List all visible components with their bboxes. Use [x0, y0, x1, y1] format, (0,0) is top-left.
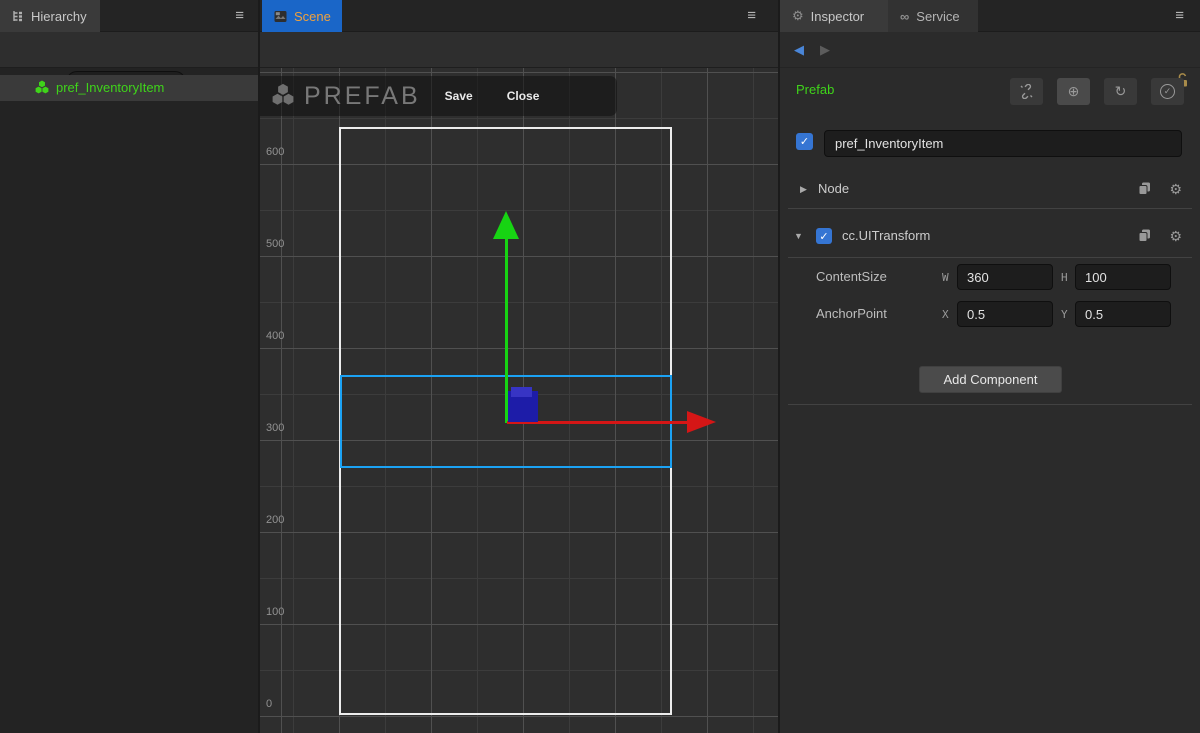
uitransform-enabled-checkbox[interactable]: ✓	[816, 228, 832, 244]
ruler-label: 0	[266, 698, 296, 710]
prefab-cube-icon	[34, 80, 50, 96]
node-section-label: Node	[818, 174, 849, 204]
tab-scene[interactable]: Scene	[262, 0, 342, 32]
gizmo-center-handle-highlight	[511, 387, 532, 397]
service-tab-label: Service	[916, 9, 959, 24]
section-divider	[788, 208, 1192, 209]
hierarchy-tabbar: Hierarchy ≡	[0, 0, 258, 32]
inspector-navrow: ◀ ▶	[780, 32, 1200, 68]
prefab-close-button[interactable]: Close	[507, 89, 540, 103]
scene-panel: Scene ≡ ☀ Default De...	[260, 0, 778, 733]
uitransform-section-header[interactable]: ▼ ✓ cc.UITransform ⚙	[780, 221, 1200, 251]
prefab-save-button[interactable]: Save	[445, 89, 473, 103]
scene-menu-icon[interactable]: ≡	[747, 0, 756, 32]
uitransform-section-label: cc.UITransform	[842, 221, 930, 251]
node-section-header[interactable]: ▶ Node ⚙	[780, 174, 1200, 204]
tab-hierarchy[interactable]: Hierarchy	[0, 0, 100, 32]
contentsize-h-input[interactable]	[1075, 264, 1171, 290]
tab-inspector[interactable]: ⚙ Inspector	[780, 0, 888, 32]
add-component-button[interactable]: Add Component	[919, 366, 1062, 393]
prefab-asset-label: Prefab	[796, 82, 834, 97]
cocos-editor-window: Hierarchy ≡ + ▾ pref_InventoryIte	[0, 0, 1200, 733]
service-link-icon: ∞	[900, 9, 909, 24]
inspector-panel: ⚙ Inspector ∞ Service ≡ ◀ ▶ Prefab ⊕ ↻ ✓…	[780, 0, 1200, 733]
locate-prefab-button[interactable]: ⊕	[1057, 78, 1090, 105]
unlink-prefab-button[interactable]	[1010, 78, 1043, 105]
history-back-button[interactable]: ◀	[794, 32, 804, 68]
section-divider	[788, 257, 1192, 258]
ruler-label: 300	[266, 422, 296, 434]
uitransform-copy-icon[interactable]	[1137, 228, 1152, 243]
anchorpoint-y-input[interactable]	[1075, 301, 1171, 327]
anchorpoint-row: AnchorPoint X Y	[780, 301, 1200, 327]
scene-toolbar: ☀ Default De... ▾ ▾ ⚙ ▾	[260, 32, 778, 68]
hierarchy-toolbar: + ▾	[0, 32, 258, 68]
node-copy-icon[interactable]	[1137, 181, 1152, 196]
tab-service[interactable]: ∞ Service	[888, 0, 978, 32]
uitransform-collapse-icon[interactable]: ▼	[794, 221, 803, 251]
contentsize-w-input[interactable]	[957, 264, 1053, 290]
inspector-tab-label: Inspector	[811, 9, 864, 24]
apply-prefab-button[interactable]: ✓	[1151, 78, 1184, 105]
ruler-label: 400	[266, 330, 296, 342]
ruler-label: 600	[266, 146, 296, 158]
check-circle-icon: ✓	[1160, 84, 1175, 99]
contentsize-w-label: W	[942, 271, 949, 284]
anchorpoint-x-input[interactable]	[957, 301, 1053, 327]
history-forward-button[interactable]: ▶	[820, 32, 830, 68]
hierarchy-item-label: pref_InventoryItem	[56, 75, 164, 101]
prefab-mode-title: PREFAB	[304, 82, 421, 111]
ruler-label: 100	[266, 606, 296, 618]
gizmo-x-arrowhead[interactable]	[687, 411, 716, 433]
contentsize-label: ContentSize	[816, 264, 887, 290]
anchorpoint-y-label: Y	[1061, 308, 1068, 321]
ruler-label: 200	[266, 514, 296, 526]
contentsize-row: ContentSize W H	[780, 264, 1200, 290]
inspector-tabbar: ⚙ Inspector ∞ Service ≡	[780, 0, 1200, 32]
anchorpoint-label: AnchorPoint	[816, 301, 887, 327]
inspector-menu-icon[interactable]: ≡	[1175, 0, 1184, 32]
scene-viewport[interactable]: 600 500 400 300 200 100 0 PREFAB Save Close	[260, 68, 778, 733]
restore-prefab-button[interactable]: ↻	[1104, 78, 1137, 105]
section-divider	[788, 404, 1192, 405]
node-gear-icon[interactable]: ⚙	[1169, 181, 1182, 198]
hierarchy-item-pref-inventoryitem[interactable]: pref_InventoryItem	[0, 75, 258, 101]
hierarchy-panel: Hierarchy ≡ + ▾ pref_InventoryIte	[0, 0, 258, 733]
node-collapse-icon[interactable]: ▶	[800, 174, 807, 204]
node-name-input[interactable]	[824, 130, 1182, 157]
contentsize-h-label: H	[1061, 271, 1068, 284]
hierarchy-tree-icon	[12, 10, 24, 22]
hierarchy-tab-label: Hierarchy	[31, 9, 87, 24]
prefab-mode-cube-icon	[270, 83, 296, 109]
prefab-mode-bar: PREFAB Save Close	[260, 76, 617, 116]
node-active-checkbox[interactable]: ✓	[796, 133, 813, 150]
ruler-label: 500	[266, 238, 296, 250]
scene-image-icon	[274, 10, 287, 23]
hierarchy-menu-icon[interactable]: ≡	[235, 0, 244, 32]
uitransform-gear-icon[interactable]: ⚙	[1169, 228, 1182, 245]
scene-tab-label: Scene	[294, 9, 331, 24]
anchorpoint-x-label: X	[942, 308, 949, 321]
inspector-gear-icon: ⚙	[792, 8, 804, 24]
gizmo-y-arrowhead[interactable]	[493, 211, 519, 239]
scene-tabbar: Scene ≡	[260, 0, 778, 32]
